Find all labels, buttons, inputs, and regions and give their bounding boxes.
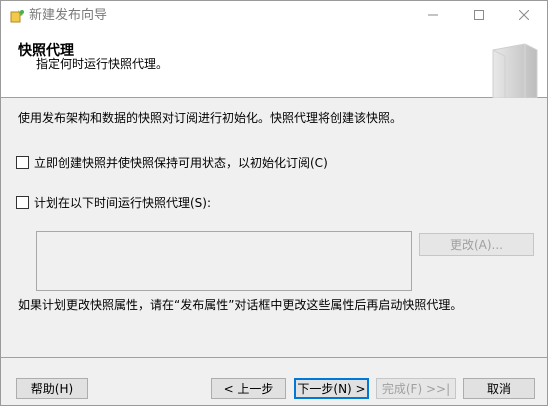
page-subtitle: 指定何时运行快照代理。 [36,57,169,71]
wizard-header: 快照代理 指定何时运行快照代理。 [1,32,547,99]
wizard-window: 新建发布向导 快照代理 指定何时运行快照代理。 使用发布架构和数据的快照对订阅进… [0,0,548,406]
description-text: 使用发布架构和数据的快照对订阅进行初始化。快照代理将创建该快照。 [18,111,403,125]
next-button[interactable]: 下一步(N) > [294,378,369,399]
minimize-button[interactable] [410,1,456,31]
back-button[interactable]: < 上一步 [211,378,286,399]
maximize-button[interactable] [456,1,502,31]
maximize-icon [474,9,484,23]
close-button[interactable] [501,1,547,31]
footer-divider [1,357,547,358]
create-snapshot-now-label: 立即创建快照并使快照保持可用状态，以初始化订阅(C) [34,155,328,170]
create-snapshot-now-checkbox[interactable] [16,155,29,169]
schedule-snapshot-checkbox[interactable] [16,195,29,209]
change-schedule-button[interactable]: 更改(A)... [419,233,534,256]
option-create-snapshot-now[interactable]: 立即创建快照并使快照保持可用状态，以初始化订阅(C) [16,154,328,170]
wizard-app-icon [9,8,25,24]
finish-button[interactable]: 完成(F) >>| [376,378,456,399]
close-icon [518,9,530,23]
help-button[interactable]: 帮助(H) [16,378,88,399]
cancel-button[interactable]: 取消 [463,378,535,399]
schedule-description-box [36,231,412,291]
wizard-book-graphic [485,40,545,99]
window-title: 新建发布向导 [29,8,108,23]
schedule-snapshot-label: 计划在以下时间运行快照代理(S): [34,195,212,210]
option-schedule-snapshot[interactable]: 计划在以下时间运行快照代理(S): [16,194,211,210]
minimize-icon [428,9,438,23]
note-text: 如果计划更改快照属性，请在“发布属性”对话框中更改这些属性后再启动快照代理。 [18,298,463,312]
title-bar[interactable]: 新建发布向导 [1,1,547,32]
